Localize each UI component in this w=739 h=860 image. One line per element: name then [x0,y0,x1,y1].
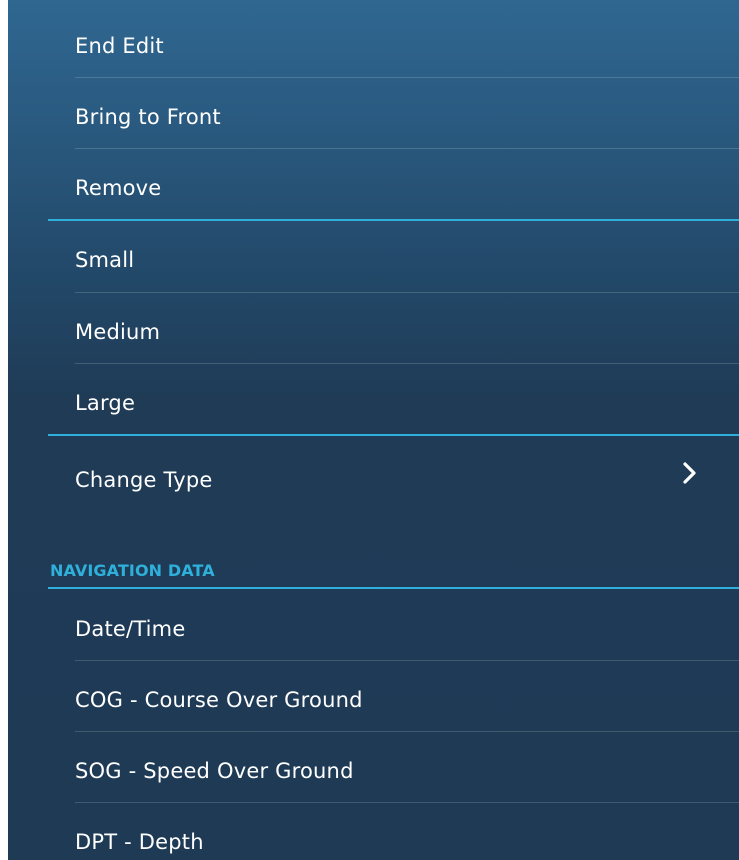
menu-item-large[interactable]: Large [8,363,739,434]
chevron-right-icon [683,462,696,484]
menu-item-dpt[interactable]: DPT - Depth [8,802,739,860]
menu-item-label: Small [75,248,135,272]
menu-item-label: Date/Time [75,617,186,641]
menu-item-label: DPT - Depth [75,830,204,854]
menu-item-end-edit[interactable]: End Edit [8,6,739,77]
menu-item-cog[interactable]: COG - Course Over Ground [8,660,739,731]
menu-item-label: End Edit [75,34,164,58]
menu-item-small[interactable]: Small [8,220,739,291]
menu-item-label: COG - Course Over Ground [75,688,363,712]
menu-item-change-type[interactable]: Change Type [8,440,739,511]
menu-item-label: Bring to Front [75,105,221,129]
menu-item-label: Change Type [75,468,213,492]
menu-item-date-time[interactable]: Date/Time [8,589,739,660]
context-menu-panel: End Edit Bring to Front Remove Small Med… [8,0,739,860]
menu-item-sog[interactable]: SOG - Speed Over Ground [8,731,739,802]
menu-item-label: Large [75,391,136,415]
menu-item-bring-to-front[interactable]: Bring to Front [8,77,739,148]
menu-item-label: Medium [75,320,161,344]
menu-item-medium[interactable]: Medium [8,292,739,363]
menu-item-remove[interactable]: Remove [8,148,739,219]
section-header-navigation-data: NAVIGATION DATA [50,561,215,580]
menu-item-label: Remove [75,176,162,200]
group-divider [48,434,739,436]
menu-item-label: SOG - Speed Over Ground [75,759,354,783]
